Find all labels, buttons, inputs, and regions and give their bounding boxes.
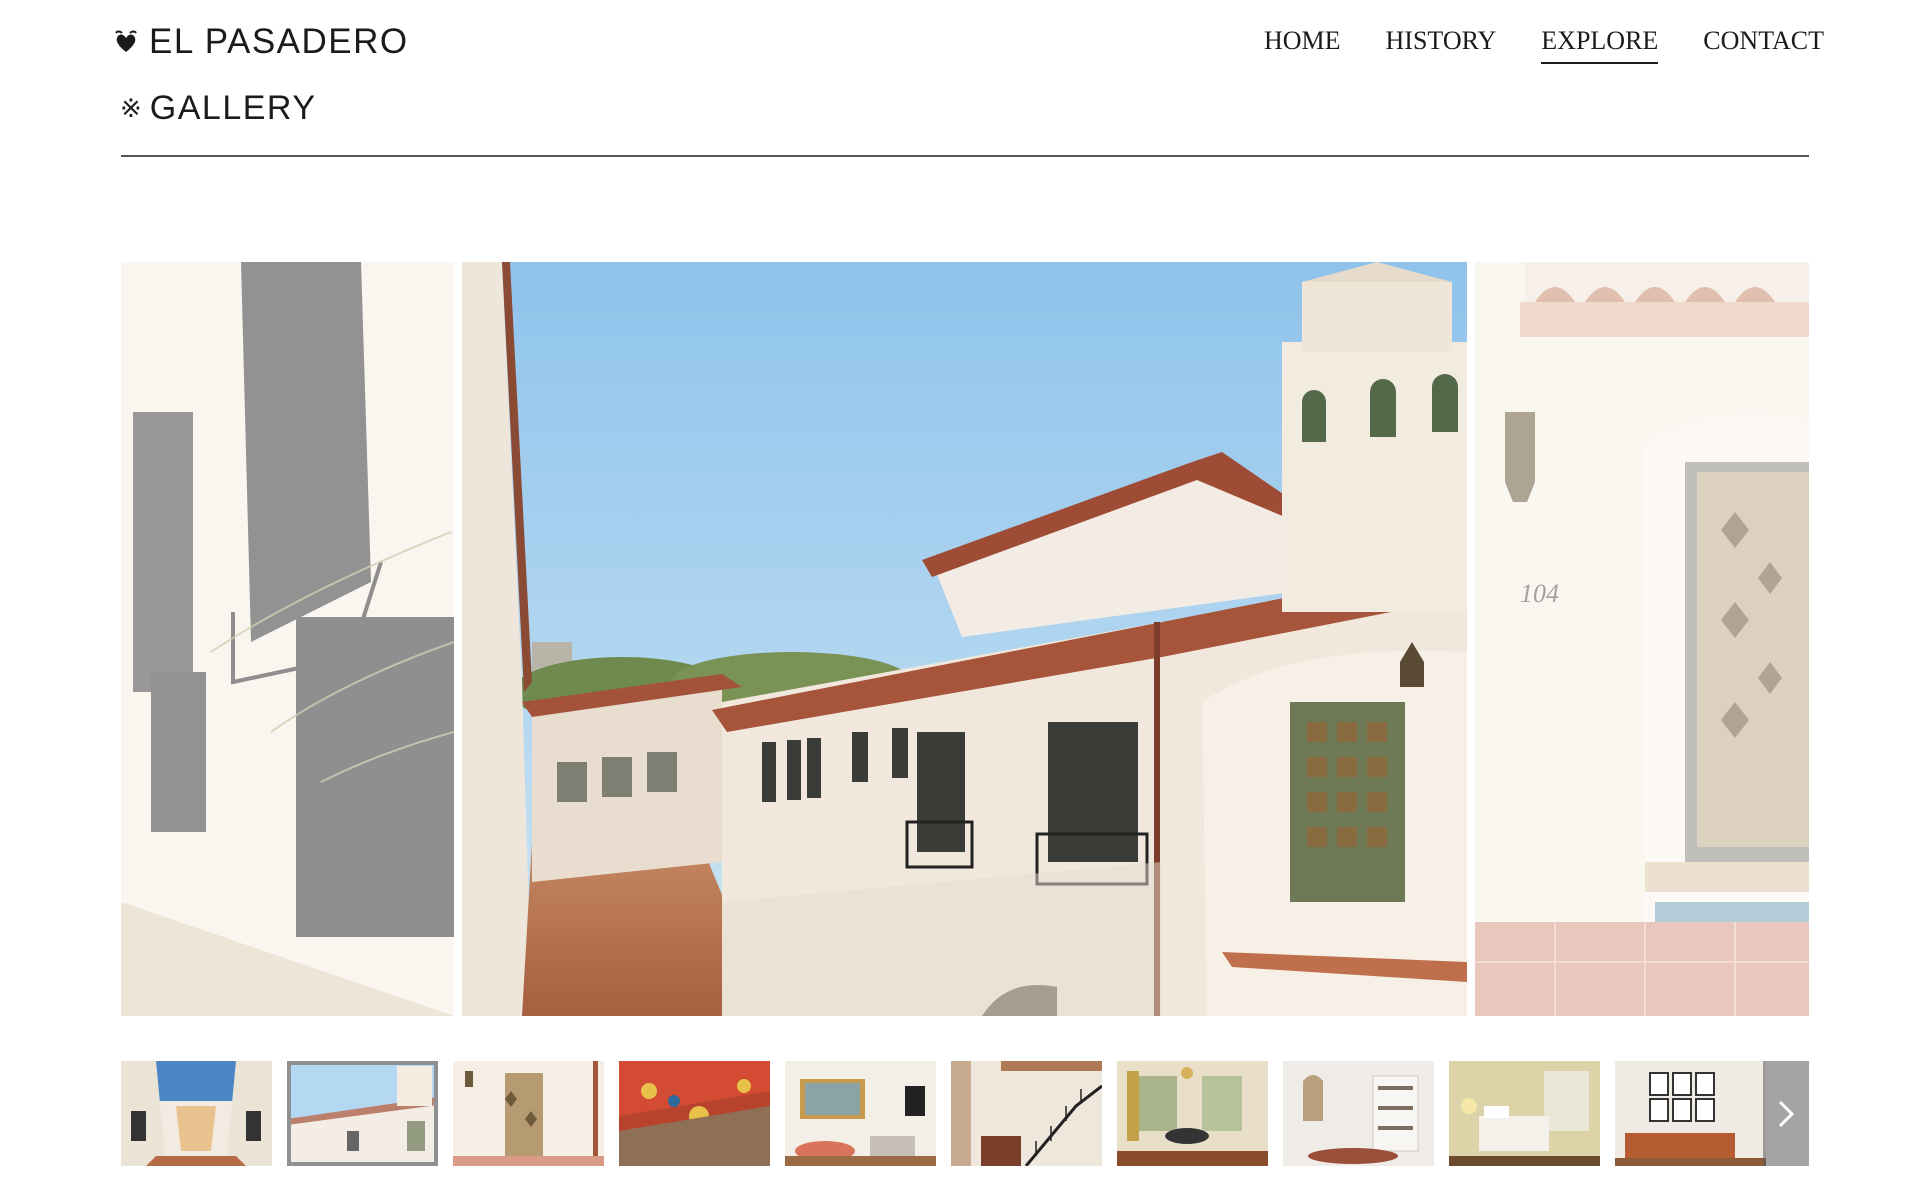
page-title: ※ GALLERY bbox=[120, 89, 317, 127]
main-nav: HOME HISTORY EXPLORE CONTACT bbox=[1264, 26, 1824, 64]
brand-name: EL PASADERO bbox=[149, 22, 409, 61]
slide-image-courtyard bbox=[462, 262, 1467, 1016]
heart-flourish-icon bbox=[115, 30, 137, 52]
gallery-slide-current[interactable] bbox=[462, 262, 1467, 1016]
page-title-label: GALLERY bbox=[149, 89, 317, 127]
thumbnail-courtyard-tower[interactable] bbox=[287, 1061, 438, 1166]
chevron-right-icon bbox=[1778, 1100, 1795, 1127]
nav-explore[interactable]: EXPLORE bbox=[1541, 26, 1659, 64]
thumbnail-hallway-niche[interactable] bbox=[1283, 1061, 1434, 1166]
thumbnail-dining-room[interactable] bbox=[1117, 1061, 1268, 1166]
header-divider bbox=[121, 155, 1809, 157]
thumbnail-embroidered-textile[interactable] bbox=[619, 1061, 770, 1166]
thumbnail-courtyard-stairs[interactable] bbox=[121, 1061, 272, 1166]
thumbnail-staircase-hall[interactable] bbox=[951, 1061, 1102, 1166]
nav-history[interactable]: HISTORY bbox=[1386, 26, 1497, 64]
nav-home[interactable]: HOME bbox=[1264, 26, 1341, 64]
thumbnail-bedroom[interactable] bbox=[1449, 1061, 1600, 1166]
gallery-slide-previous[interactable] bbox=[121, 262, 454, 1016]
brand[interactable]: EL PASADERO bbox=[113, 24, 409, 60]
reference-mark-icon: ※ bbox=[120, 93, 142, 123]
slide-image-door-104: 104 bbox=[1475, 262, 1809, 1016]
slide-image-wall bbox=[121, 262, 454, 1016]
thumbnail-next-button[interactable] bbox=[1763, 1061, 1809, 1166]
thumbnail-living-room-painting[interactable] bbox=[785, 1061, 936, 1166]
thumbnail-strip bbox=[121, 1061, 1809, 1166]
svg-text:104: 104 bbox=[1520, 579, 1559, 608]
nav-contact[interactable]: CONTACT bbox=[1703, 26, 1824, 64]
gallery-slide-next[interactable]: 104 bbox=[1475, 262, 1809, 1016]
thumbnail-lounge-framed-prints[interactable] bbox=[1615, 1061, 1766, 1166]
thumbnail-door-104[interactable] bbox=[453, 1061, 604, 1166]
